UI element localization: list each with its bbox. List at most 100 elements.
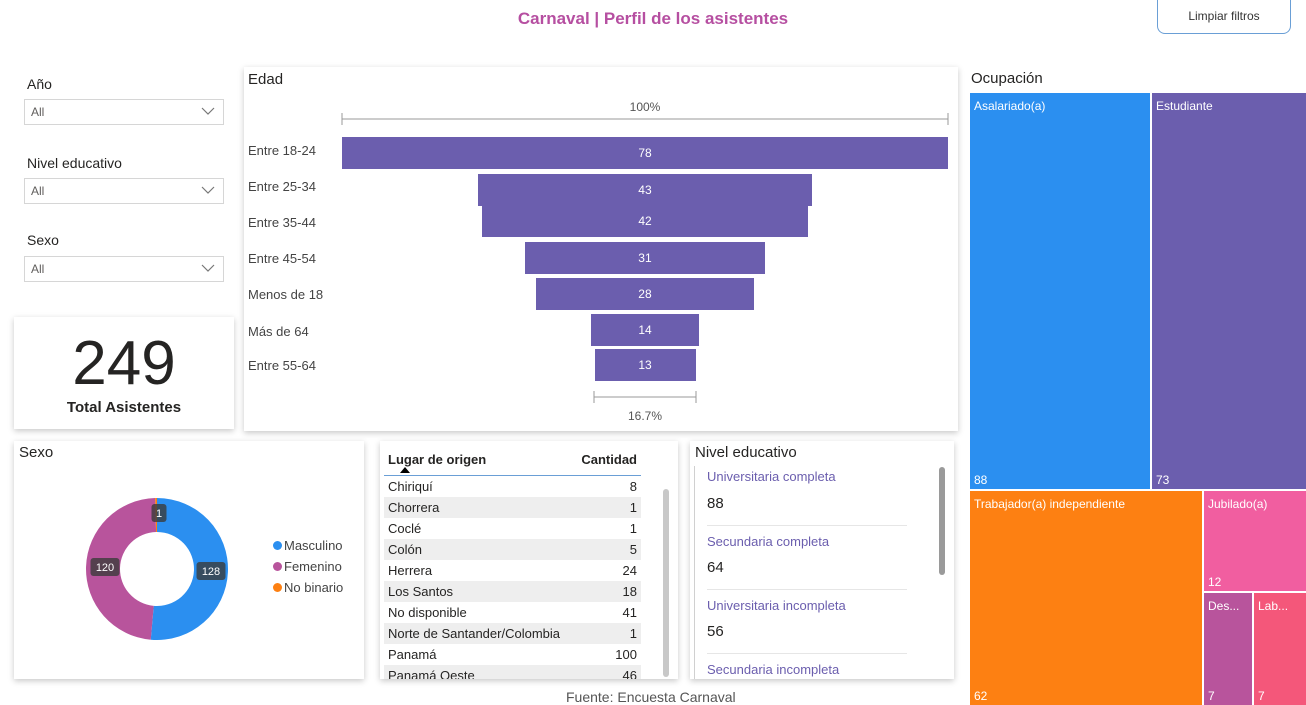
year-dropdown-value: All <box>31 105 45 119</box>
nivel-item-label: Universitaria incompleta <box>707 598 846 613</box>
nivel-card[interactable]: Nivel educativo Universitaria completa 8… <box>690 441 954 679</box>
legend-label: Femenino <box>284 559 342 574</box>
treemap-cell-value: 62 <box>974 689 988 703</box>
cell-cantidad: 24 <box>622 563 637 578</box>
sex-dropdown[interactable]: All <box>24 256 224 282</box>
kpi-card: 249 Total Asistentes <box>14 317 234 429</box>
svg-text:128: 128 <box>202 566 220 578</box>
donut-data-label: 120 <box>90 558 120 576</box>
ocupacion-treemap[interactable]: Asalariado(a) 88 Estudiante 73 Trabajado… <box>970 93 1306 705</box>
treemap-cell-estudiante[interactable]: Estudiante 73 <box>1152 93 1306 489</box>
funnel-bar[interactable]: 43 <box>477 174 813 206</box>
funnel-bar[interactable]: 42 <box>481 205 809 237</box>
table-row[interactable]: Panamá Oeste 46 <box>384 665 641 679</box>
treemap-cell-independiente[interactable]: Trabajador(a) independiente 62 <box>970 491 1202 705</box>
treemap-cell-label: Des... <box>1208 599 1240 613</box>
table-body: Chiriquí 8 Chorrera 1 Coclé 1 Colón 5 Herrera 24 L… <box>384 476 641 679</box>
legend-item-masculino[interactable]: Masculino <box>273 535 343 556</box>
table-row[interactable]: Coclé 1 <box>384 518 641 539</box>
funnel-bar[interactable]: 31 <box>524 242 766 274</box>
funnel-category-label: Entre 25-34 <box>248 179 316 194</box>
treemap-cell-label: Asalariado(a) <box>974 99 1046 113</box>
cell-cantidad: 46 <box>622 668 637 679</box>
chevron-down-icon <box>201 186 215 194</box>
funnel-bar[interactable]: 28 <box>536 278 754 310</box>
table-row[interactable]: Chorrera 1 <box>384 497 641 518</box>
treemap-cell-value: 7 <box>1208 689 1215 703</box>
treemap-cell-value: 7 <box>1258 689 1265 703</box>
treemap-cell-asalariado[interactable]: Asalariado(a) 88 <box>970 93 1150 489</box>
nivel-item-label: Universitaria completa <box>707 469 836 484</box>
funnel-bar[interactable]: 78 <box>342 137 948 169</box>
table-row[interactable]: Los Santos 18 <box>384 581 641 602</box>
legend-label: Masculino <box>284 538 343 553</box>
year-dropdown[interactable]: All <box>24 99 224 125</box>
cell-cantidad: 1 <box>629 626 637 641</box>
lugar-table[interactable]: Lugar de origen Cantidad Chiriquí 8 Chorre… <box>380 441 678 679</box>
funnel-category-label: Entre 55-64 <box>248 358 316 373</box>
cell-lugar: Herrera <box>388 563 433 578</box>
svg-text:1: 1 <box>156 508 162 520</box>
table-row[interactable]: Norte de Santander/Colombia 1 <box>384 623 641 644</box>
legend-dot-icon <box>273 562 282 571</box>
cell-cantidad: 41 <box>622 605 637 620</box>
donut-data-label: 128 <box>196 562 226 580</box>
cell-lugar: Colón <box>388 542 422 557</box>
sexo-legend: Masculino Femenino No binario <box>273 535 343 598</box>
page-title: Carnaval | Perfil de los asistentes <box>517 9 789 28</box>
cell-lugar: Coclé <box>388 521 422 536</box>
education-dropdown[interactable]: All <box>24 178 224 204</box>
treemap-cell-label: Lab... <box>1258 599 1289 613</box>
cell-lugar: Chorrera <box>388 500 440 515</box>
table-row[interactable]: Herrera 24 <box>384 560 641 581</box>
table-row[interactable]: Panamá 100 <box>384 644 641 665</box>
funnel-bar[interactable]: 14 <box>590 314 700 346</box>
treemap-cell-jubilado[interactable]: Jubilado(a) 12 <box>1204 491 1306 591</box>
nivel-item-value: 88 <box>707 495 724 512</box>
funnel-category-label: Más de 64 <box>248 324 309 339</box>
ocupacion-title: Ocupación <box>971 70 1043 87</box>
funnel-category-label: Entre 18-24 <box>248 143 316 158</box>
clear-filters-button[interactable]: Limpiar filtros <box>1157 0 1291 34</box>
legend-item-nobinario[interactable]: No binario <box>273 577 343 598</box>
nivel-item-value: 64 <box>707 559 724 576</box>
kpi-label: Total Asistentes <box>66 399 182 416</box>
donut-data-label: 1 <box>151 504 167 522</box>
legend-label: No binario <box>284 580 344 595</box>
sex-dropdown-value: All <box>31 262 45 276</box>
kpi-value: 249 <box>72 329 176 398</box>
cell-lugar: Panamá <box>388 647 437 662</box>
table-row[interactable]: Chiriquí 8 <box>384 476 641 497</box>
edad-bottom-pct: 16.7% <box>627 409 663 423</box>
nivel-divider <box>707 653 907 654</box>
cell-cantidad: 8 <box>629 479 637 494</box>
nivel-item-label: Secundaria completa <box>707 534 830 549</box>
edad-chart[interactable]: Edad 100% 16.7% Entre 18-24 78 Entre 25-34… <box>244 67 958 431</box>
nivel-accent-line <box>694 466 695 679</box>
nivel-item-value: 56 <box>707 623 724 640</box>
treemap-cell-value: 73 <box>1156 473 1170 487</box>
cell-lugar: Norte de Santander/Colombia <box>388 626 560 641</box>
table-row[interactable]: Colón 5 <box>384 539 641 560</box>
col-header-lugar[interactable]: Lugar de origen <box>388 452 486 467</box>
nivel-scrollbar[interactable] <box>939 467 945 575</box>
treemap-cell-label: Estudiante <box>1156 99 1213 113</box>
treemap-cell-value: 88 <box>974 473 988 487</box>
funnel-category-label: Entre 35-44 <box>248 215 316 230</box>
cell-cantidad: 18 <box>622 584 637 599</box>
cell-cantidad: 1 <box>629 521 637 536</box>
treemap-cell-desempleado[interactable]: Des... 7 <box>1204 593 1252 705</box>
legend-dot-icon <box>273 541 282 550</box>
table-scrollbar[interactable] <box>663 489 669 677</box>
sexo-chart[interactable]: Sexo 128 120 1 Masculino Femenino No binar… <box>14 441 364 679</box>
table-row[interactable]: No disponible 41 <box>384 602 641 623</box>
funnel-bar[interactable]: 13 <box>594 349 696 381</box>
col-header-cantidad[interactable]: Cantidad <box>560 452 637 467</box>
slicer-label-year: Año <box>27 76 52 92</box>
treemap-cell-value: 12 <box>1208 575 1222 589</box>
treemap-cell-label: Jubilado(a) <box>1208 497 1268 511</box>
cell-lugar: No disponible <box>388 605 467 620</box>
nivel-divider <box>707 589 907 590</box>
legend-item-femenino[interactable]: Femenino <box>273 556 343 577</box>
treemap-cell-labores[interactable]: Lab... 7 <box>1254 593 1306 705</box>
